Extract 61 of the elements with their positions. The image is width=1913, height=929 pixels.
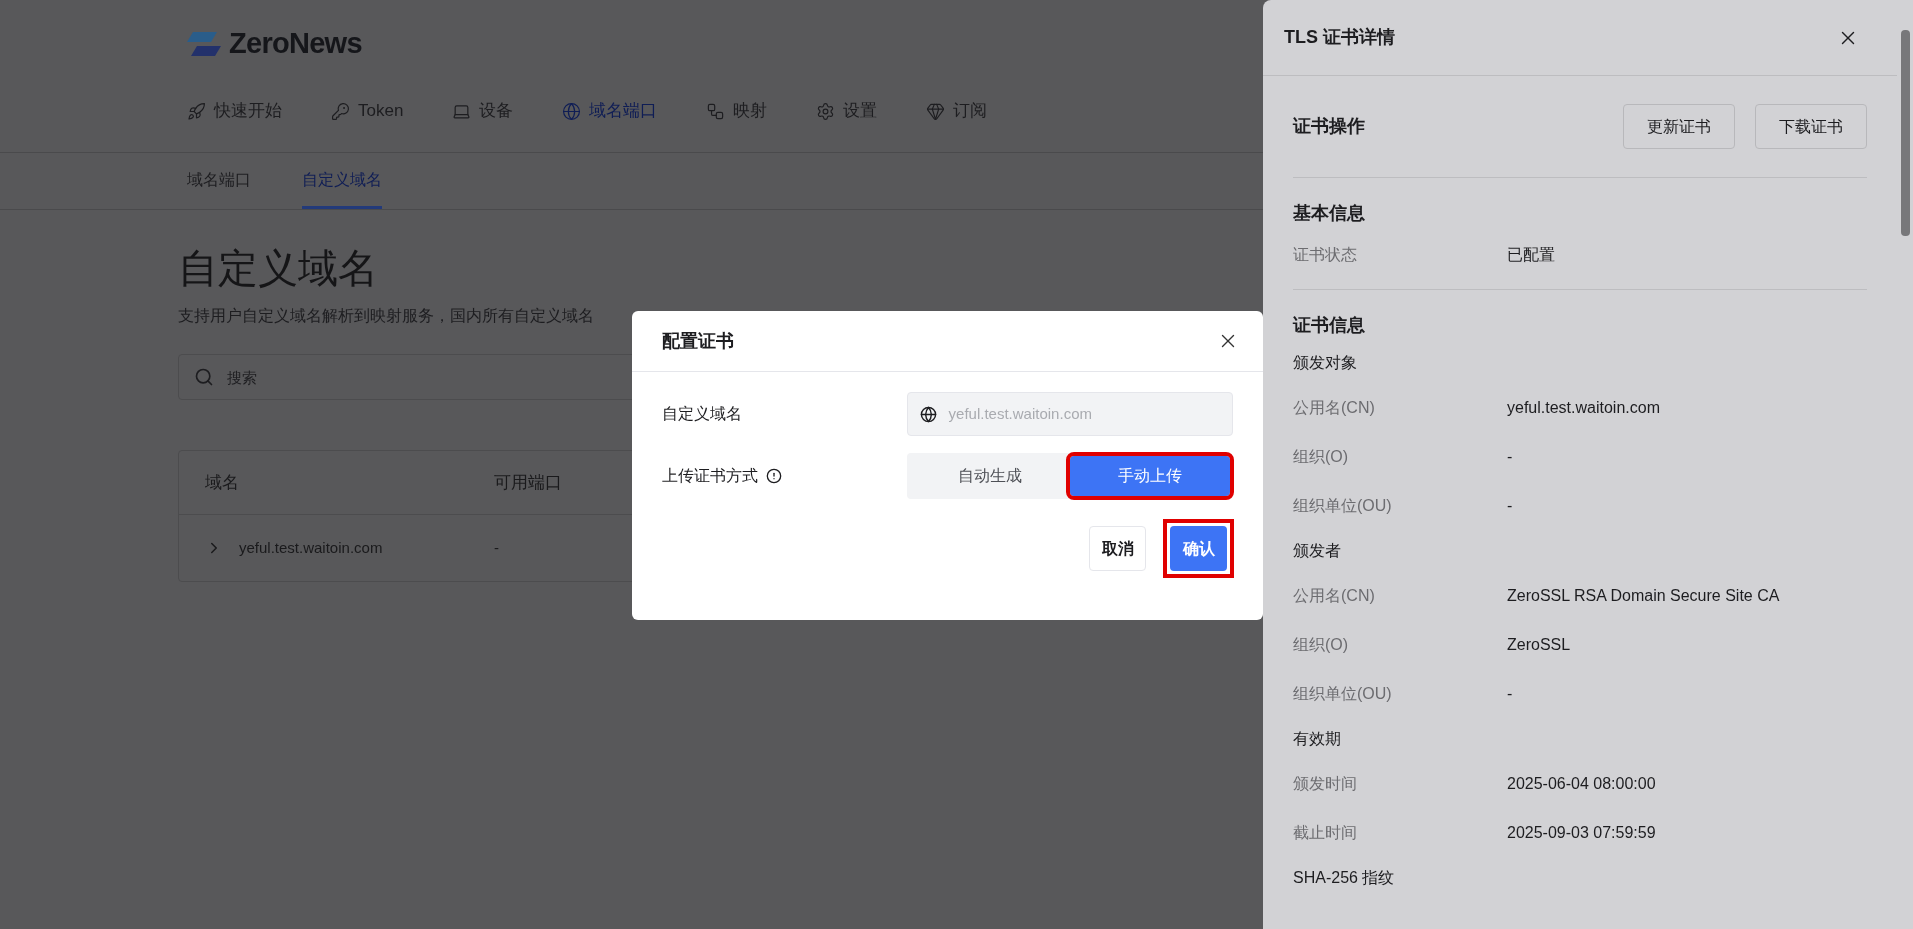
key-icon: [331, 101, 350, 121]
nav-link[interactable]: 设备: [479, 98, 514, 124]
info-icon: [766, 468, 782, 484]
nav-link[interactable]: 快速开始: [214, 98, 282, 124]
field-value: -: [1507, 446, 1513, 467]
section-title: 证书信息: [1293, 314, 1366, 337]
table-cell-text: -: [494, 537, 499, 558]
field-value: 已配置: [1507, 244, 1555, 265]
cancel-button[interactable]: 取消: [1089, 526, 1146, 571]
field-value: 2025-06-04 08:00:00: [1507, 773, 1656, 794]
column-header: 域名: [204, 471, 240, 494]
sub-tab[interactable]: 自定义域名: [302, 153, 382, 209]
section-title: 基本信息: [1293, 202, 1366, 225]
subsection-label: SHA-256 指纹: [1293, 867, 1396, 888]
field-value: -: [1507, 683, 1513, 704]
nav-link[interactable]: 映射: [733, 98, 768, 124]
page-description: 支持用户自定义域名解析到映射服务，国内所有自定义域名: [178, 306, 595, 326]
segment-option[interactable]: 自动生成: [909, 456, 1070, 496]
column-header: 可用端口: [494, 471, 562, 494]
nav-link[interactable]: 域名端口: [589, 98, 658, 124]
field-label: 上传证书方式: [662, 466, 758, 486]
drawer-action-button[interactable]: 下载证书: [1755, 104, 1867, 149]
drawer-action-button[interactable]: 更新证书: [1623, 104, 1735, 149]
field-label: 组织单位(OU): [1293, 495, 1393, 516]
diamond-icon: [926, 101, 946, 121]
network-icon: [706, 101, 726, 121]
globe-icon: [562, 101, 582, 121]
field-value: ZeroSSL RSA Domain Secure Site CA: [1507, 585, 1780, 606]
confirm-button[interactable]: 确认: [1170, 526, 1227, 571]
field-label: 自定义域名: [662, 404, 742, 424]
dialog-title: 配置证书: [662, 329, 734, 353]
field-label: 公用名(CN): [1293, 585, 1376, 606]
page-title: 自定义域名: [178, 248, 379, 288]
field-label: 组织(O): [1293, 446, 1350, 467]
field-value: ZeroSSL: [1507, 634, 1571, 655]
logo-text: ZeroNews: [229, 26, 362, 62]
field-label: 截止时间: [1293, 822, 1358, 843]
settings-icon: [816, 101, 836, 121]
drawer-title: TLS 证书详情: [1284, 26, 1395, 49]
field-value: yeful.test.waitoin.com: [1507, 397, 1660, 418]
field-label: 组织单位(OU): [1293, 683, 1393, 704]
rocket-icon: [187, 101, 206, 121]
field-value: yeful.test.waitoin.com: [948, 403, 1092, 424]
subsection-label: 有效期: [1293, 728, 1342, 749]
field-label: 公用名(CN): [1293, 397, 1376, 418]
field-label: 证书状态: [1293, 244, 1358, 265]
subsection-label: 颁发者: [1293, 540, 1342, 561]
field-label: 颁发时间: [1293, 773, 1358, 794]
subsection-label: 颁发对象: [1293, 352, 1358, 373]
field-value: 2025-09-03 07:59:59: [1507, 822, 1656, 843]
nav-link[interactable]: 设置: [843, 98, 878, 124]
search-icon: [194, 367, 214, 387]
sub-tab[interactable]: 域名端口: [187, 153, 251, 209]
section-title: 证书操作: [1293, 115, 1365, 138]
field-label: 组织(O): [1293, 634, 1350, 655]
logo-icon: [187, 30, 221, 58]
nav-link[interactable]: Token: [358, 98, 404, 124]
field-value: -: [1507, 495, 1513, 516]
globe-icon: [919, 405, 937, 423]
nav-link[interactable]: 订阅: [953, 98, 988, 124]
table-cell-text: yeful.test.waitoin.com: [239, 537, 383, 558]
